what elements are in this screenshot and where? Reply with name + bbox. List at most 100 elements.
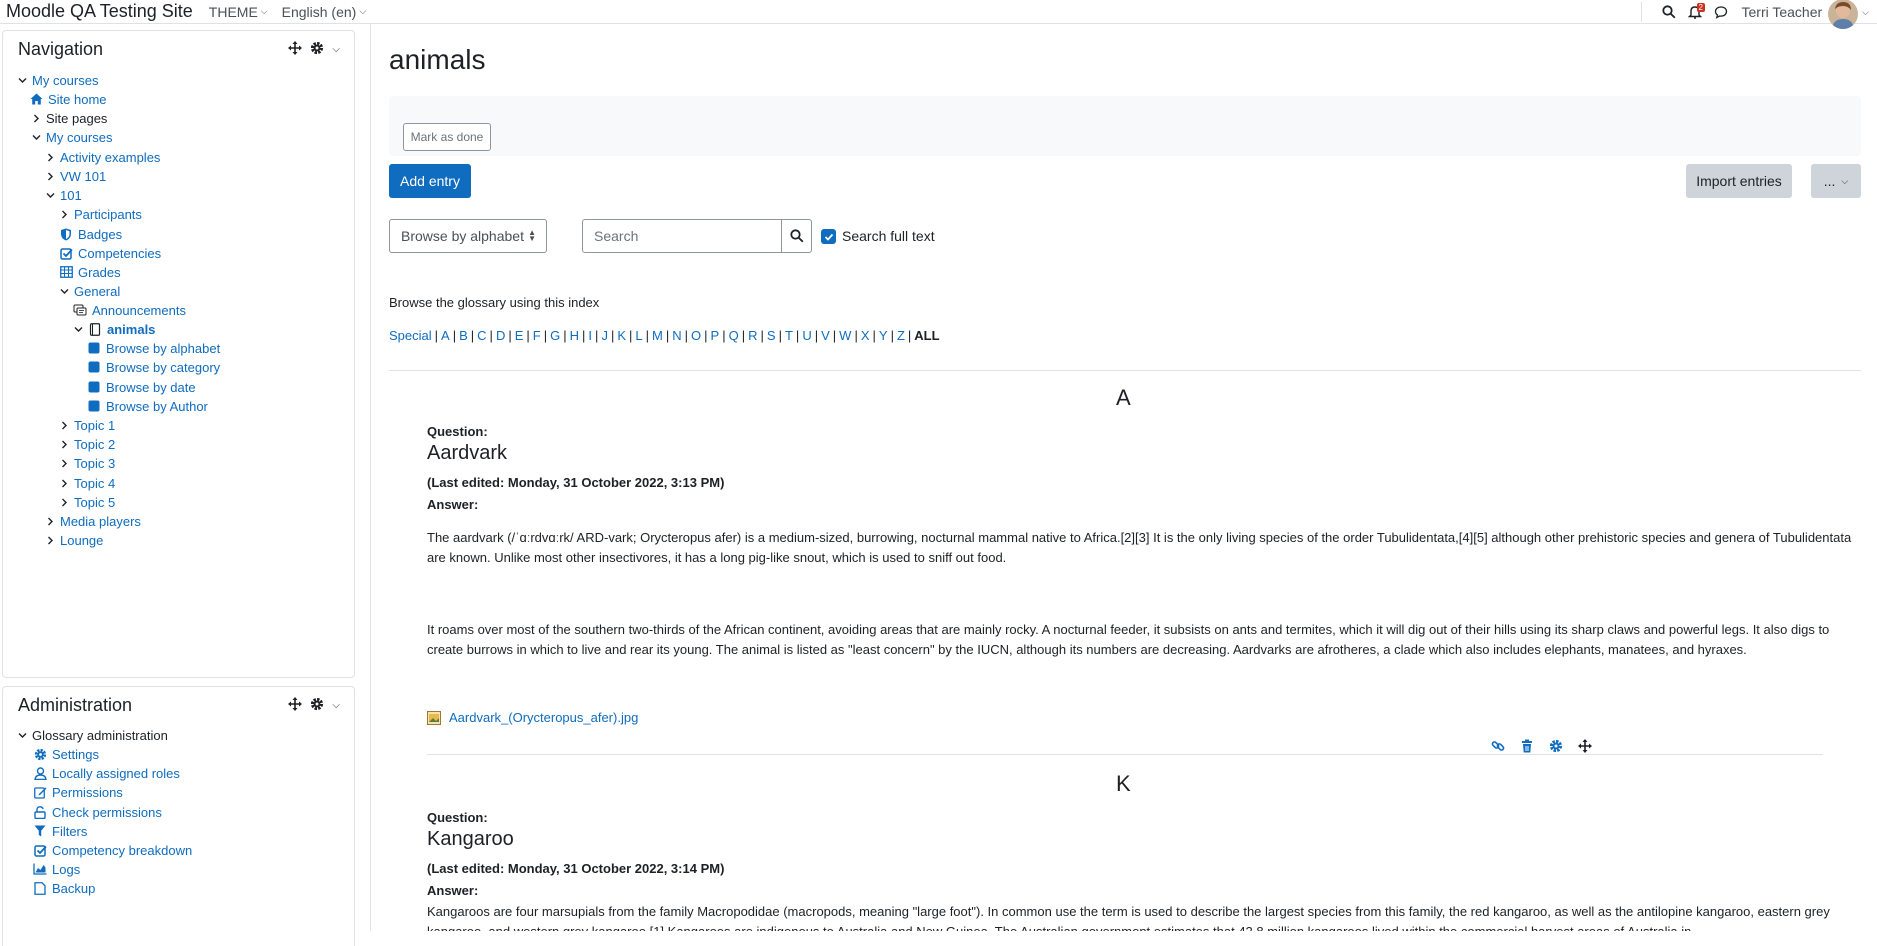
chevron-down-icon[interactable] [59,287,69,296]
import-entries-button[interactable]: Import entries [1686,164,1792,198]
tree-item[interactable]: Topic 3 [59,454,115,472]
tree-item-label[interactable]: Badges [78,227,122,242]
tree-item-label[interactable]: Topic 1 [74,418,115,433]
attachment-link[interactable]: Aardvark_(Orycteropus_afer).jpg [427,710,638,725]
tree-item-label[interactable]: Topic 2 [74,437,115,452]
search-button[interactable] [782,219,812,253]
tree-item[interactable]: My courses [17,71,98,89]
alphabet-link[interactable]: M [652,328,663,343]
alphabet-link[interactable]: X [861,328,870,343]
alphabet-link[interactable]: Y [879,328,888,343]
chevron-right-icon[interactable] [45,536,55,545]
alphabet-link[interactable]: P [711,328,720,343]
alphabet-link[interactable]: Z [897,328,905,343]
chevron-right-icon[interactable] [45,517,55,526]
alphabet-link[interactable]: Special [389,328,432,343]
alphabet-link[interactable]: R [748,328,757,343]
chevron-right-icon[interactable] [31,114,41,123]
search-full-text-checkbox[interactable] [821,229,836,244]
chevron-down-icon[interactable] [17,731,27,740]
messages-icon[interactable] [1708,0,1734,24]
theme-menu[interactable]: THEME ⌵ [209,4,268,20]
tree-item-label[interactable]: Permissions [52,785,123,800]
tree-item-label[interactable]: Settings [52,747,99,762]
tree-item[interactable]: Badges [59,225,122,243]
tree-item[interactable]: Locally assigned roles [33,764,180,782]
tree-item[interactable]: Settings [33,745,99,763]
tree-item-label[interactable]: Grades [78,265,121,280]
gear-icon[interactable] [310,41,324,58]
tree-item[interactable]: Check permissions [33,803,162,821]
chevron-right-icon[interactable] [59,498,69,507]
tree-item-label[interactable]: Participants [74,207,142,222]
tree-item[interactable]: animals [73,320,155,338]
tree-item[interactable]: Filters [33,822,87,840]
tree-item[interactable]: Browse by date [87,378,196,396]
tree-item[interactable]: Competency breakdown [33,841,192,859]
chevron-right-icon[interactable] [45,172,55,181]
tree-item-label[interactable]: Check permissions [52,805,162,820]
chevron-down-icon[interactable]: ⌵ [1862,7,1869,18]
tree-item-label[interactable]: Media players [60,514,141,529]
tree-item[interactable]: Glossary administration [17,726,168,744]
search-input[interactable]: Search [582,219,782,253]
tree-item-label[interactable]: Site pages [46,111,107,126]
tree-item[interactable]: Topic 2 [59,435,115,453]
browse-mode-select[interactable]: Browse by alphabet ▲▼ [389,219,547,253]
tree-item[interactable]: Browse by category [87,358,220,376]
alphabet-link[interactable]: O [691,328,701,343]
tree-item-label[interactable]: 101 [60,188,82,203]
language-menu[interactable]: English (en) ⌵ [282,4,367,20]
tree-item[interactable]: Competencies [59,244,161,262]
tree-item[interactable]: Permissions [33,783,123,801]
chevron-right-icon[interactable] [45,153,55,162]
tree-item-label[interactable]: Filters [52,824,87,839]
tree-item[interactable]: Topic 5 [59,493,115,511]
chevron-right-icon[interactable] [59,421,69,430]
tree-item[interactable]: Topic 4 [59,474,115,492]
alphabet-link[interactable]: A [441,328,450,343]
alphabet-link[interactable]: Q [729,328,739,343]
tree-item-label[interactable]: Competency breakdown [52,843,192,858]
tree-item-label[interactable]: Browse by date [106,380,196,395]
tree-item[interactable]: Activity examples [45,148,160,166]
tree-item-label[interactable]: Competencies [78,246,161,261]
alphabet-link[interactable]: S [767,328,776,343]
tree-item[interactable]: Site home [29,90,107,108]
chevron-down-icon[interactable] [17,76,27,85]
alphabet-link[interactable]: L [635,328,642,343]
tree-item[interactable]: My courses [31,128,112,146]
tree-item[interactable]: General [59,282,120,300]
alphabet-link[interactable]: K [617,328,626,343]
alphabet-link[interactable]: H [570,328,579,343]
tree-item[interactable]: 101 [45,186,82,204]
tree-item-label[interactable]: General [74,284,120,299]
alphabet-link[interactable]: V [821,328,830,343]
chevron-right-icon[interactable] [59,440,69,449]
tree-item-label[interactable]: VW 101 [60,169,106,184]
tree-item-label[interactable]: Browse by alphabet [106,341,220,356]
chevron-right-icon[interactable] [59,210,69,219]
tree-item-label[interactable]: Backup [52,881,95,896]
chevron-down-icon[interactable]: ⌵ [332,700,340,711]
tree-item-label[interactable]: My courses [32,73,98,88]
tree-item[interactable]: Grades [59,263,121,281]
chevron-down-icon[interactable] [73,325,83,334]
tree-item-label[interactable]: My courses [46,130,112,145]
tree-item[interactable]: Lounge [45,531,103,549]
alphabet-link[interactable]: C [477,328,486,343]
mark-as-done-button[interactable]: Mark as done [403,123,491,151]
alphabet-link[interactable]: J [601,328,608,343]
tree-item[interactable]: Site pages [31,109,107,127]
alphabet-link[interactable]: W [839,328,851,343]
tree-item-label[interactable]: Topic 5 [74,495,115,510]
tree-item[interactable]: Browse by alphabet [87,339,220,357]
tree-item[interactable]: Participants [59,205,142,223]
bell-icon[interactable]: 2 [1682,0,1708,24]
move-icon[interactable] [288,41,302,58]
chevron-down-icon[interactable] [45,191,55,200]
alphabet-link[interactable]: U [802,328,811,343]
search-icon[interactable] [1656,0,1682,24]
alphabet-link[interactable]: G [550,328,560,343]
tree-item[interactable]: Backup [33,879,95,897]
